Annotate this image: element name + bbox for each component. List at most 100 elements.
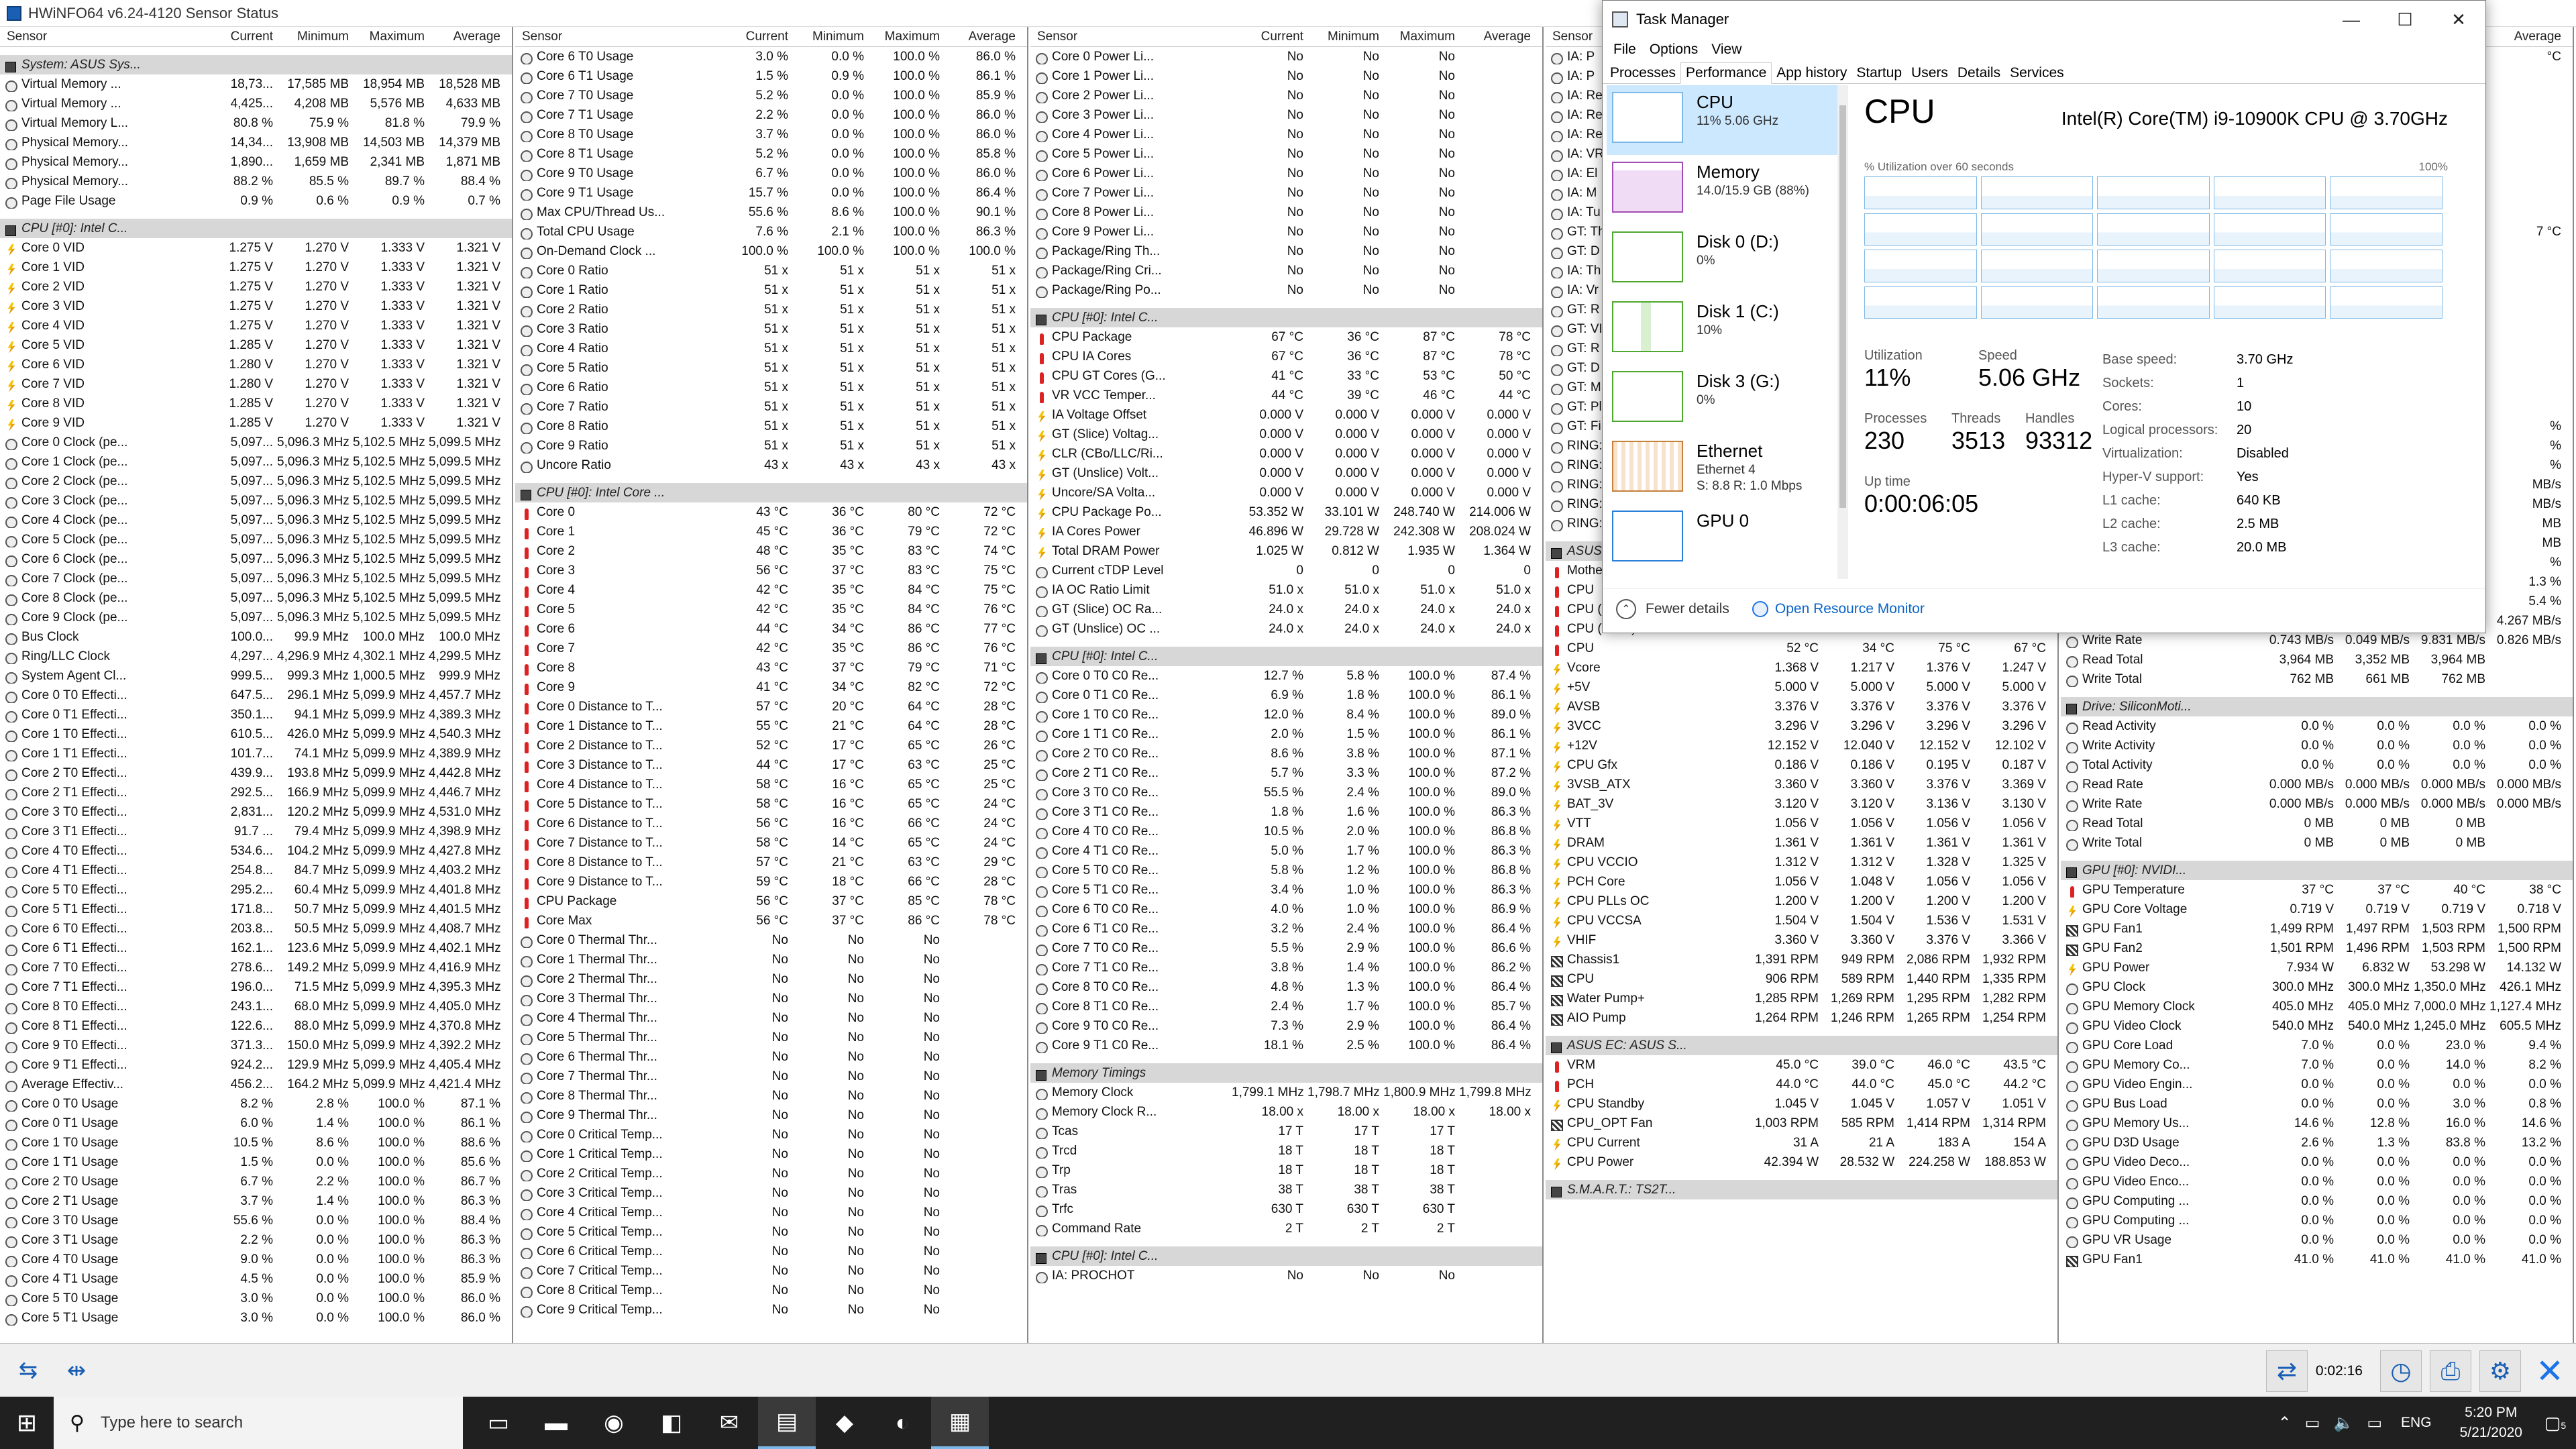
- sensor-row[interactable]: Core 4 T0 Effecti... 534.6... 104.2 MHz 5,0…: [0, 841, 512, 861]
- sensor-row[interactable]: Core 4 42 °C 35 °C 84 °C 75 °C: [515, 580, 1027, 600]
- sensor-row[interactable]: VRM 45.0 °C 39.0 °C 46.0 °C 43.5 °C: [1546, 1055, 2057, 1075]
- sensor-row[interactable]: CLR (CBo/LLC/Ri... 0.000 V 0.000 V 0.000 V0…: [1030, 444, 1542, 464]
- sensor-row[interactable]: Core 9 T1 Usage 15.7 % 0.0 % 100.0 % 86.4 %: [515, 183, 1027, 203]
- sensor-row[interactable]: Core 1 T0 Effecti... 610.5... 426.0 MHz 5,0…: [0, 724, 512, 744]
- sensor-row[interactable]: Core 9 Ratio 51 x 51 x 51 x 51 x: [515, 436, 1027, 455]
- sensor-column-2[interactable]: Sensor Current Minimum Maximum Average Core 0…: [1030, 27, 1544, 1343]
- sensor-row[interactable]: Core 0 T1 C0 Re... 6.9 % 1.8 % 100.0 % 86.1 …: [1030, 686, 1542, 705]
- display-icon[interactable]: ▭: [2367, 1413, 2382, 1433]
- sensor-row[interactable]: Core 9 T0 C0 Re... 7.3 % 2.9 % 100.0 % 86.4 …: [1030, 1016, 1542, 1036]
- task-manager-taskbar-icon[interactable]: ▤: [758, 1397, 816, 1449]
- sensor-row[interactable]: Core 0 Clock (pe... 5,097... 5,096.3 MHz 5,…: [0, 433, 512, 452]
- sensor-row[interactable]: Core 1 Clock (pe... 5,097... 5,096.3 MHz 5,…: [0, 452, 512, 472]
- sensor-row[interactable]: Core 4 VID 1.275 V 1.270 V 1.333 V 1.321 V: [0, 316, 512, 335]
- sensor-row[interactable]: Water Pump+ 1,285 RPM 1,269 RPM 1,295 RPM 1,…: [1546, 989, 2057, 1008]
- sensor-row[interactable]: Core 9 41 °C 34 °C 82 °C 72 °C: [515, 678, 1027, 697]
- sensor-row[interactable]: GPU VR Usage 0.0 % 0.0 % 0.0 % 0.0 %: [2061, 1230, 2573, 1250]
- sensor-row[interactable]: Core 5 Power Li... No No No: [1030, 144, 1542, 164]
- tab-app-history[interactable]: App history: [1772, 63, 1851, 83]
- sensor-row[interactable]: Core 3 Clock (pe... 5,097... 5,096.3 MHz 5,…: [0, 491, 512, 511]
- sensor-row[interactable]: Package/Ring Cri... No No No: [1030, 261, 1542, 280]
- arrow-collapse-icon[interactable]: ⇹: [56, 1357, 97, 1384]
- sensor-row[interactable]: Core 3 VID 1.275 V 1.270 V 1.333 V 1.321 V: [0, 297, 512, 316]
- sensor-row[interactable]: GPU Video Deco... 0.0 % 0.0 % 0.0 % 0.0 %: [2061, 1152, 2573, 1172]
- sensor-row[interactable]: Core 8 T0 Usage 3.7 % 0.0 % 100.0 % 86.0 %: [515, 125, 1027, 144]
- sensor-row[interactable]: Core 3 Critical Temp... No No No: [515, 1183, 1027, 1203]
- sensor-row[interactable]: Core 4 Ratio 51 x 51 x 51 x 51 x: [515, 339, 1027, 358]
- sensor-row[interactable]: Core Max 56 °C 37 °C 86 °C 78 °C: [515, 911, 1027, 930]
- sensor-row[interactable]: Total Activity 0.0 % 0.0 % 0.0 % 0.0 %: [2061, 755, 2573, 775]
- sensor-row[interactable]: Core 4 T0 C0 Re... 10.5 % 2.0 % 100.0 % 86.8…: [1030, 822, 1542, 841]
- sensor-row[interactable]: Core 7 Clock (pe... 5,097... 5,096.3 MHz 5,…: [0, 569, 512, 588]
- close-icon[interactable]: ✕: [2529, 1350, 2571, 1392]
- sensor-row[interactable]: Core 4 Critical Temp... No No No: [515, 1203, 1027, 1222]
- sensor-row[interactable]: Core 4 Power Li... No No No: [1030, 125, 1542, 144]
- sensor-row[interactable]: Core 7 T0 C0 Re... 5.5 % 2.9 % 100.0 % 86.6 …: [1030, 938, 1542, 958]
- sensor-row[interactable]: +5V 5.000 V 5.000 V 5.000 V 5.000 V: [1546, 678, 2057, 697]
- sensor-row[interactable]: Core 9 Thermal Thr... No No No: [515, 1106, 1027, 1125]
- sensor-row[interactable]: Core 3 Power Li... No No No: [1030, 105, 1542, 125]
- sensor-row[interactable]: Core 0 T1 Usage 6.0 % 1.4 % 100.0 % 86.1 %: [0, 1114, 512, 1133]
- header-sensor[interactable]: Sensor: [1030, 30, 1232, 44]
- sensor-row[interactable]: Core 2 T1 Effecti... 292.5... 166.9 MHz 5,0…: [0, 783, 512, 802]
- sensor-row[interactable]: Uncore Ratio 43 x 43 x 43 x 43 x: [515, 455, 1027, 475]
- sensor-row[interactable]: Total CPU Usage 7.6 % 2.1 % 100.0 % 86.3 %: [515, 222, 1027, 241]
- sensor-row[interactable]: Core 9 Power Li... No No No: [1030, 222, 1542, 241]
- sensor-group-header[interactable]: CPU [#0]: Intel Core ...: [515, 483, 1027, 502]
- sensor-row[interactable]: Core 7 T0 Usage 5.2 % 0.0 % 100.0 % 85.9 %: [515, 86, 1027, 105]
- sensor-group-header[interactable]: CPU [#0]: Intel C...: [1030, 1246, 1542, 1266]
- sensor-row[interactable]: Core 7 Distance to T... 58 °C 14 °C 65 °C 24…: [515, 833, 1027, 853]
- header-minimum[interactable]: Minimum: [1307, 30, 1383, 44]
- sensor-row[interactable]: Core 0 VID 1.275 V 1.270 V 1.333 V 1.321 V: [0, 238, 512, 258]
- sensor-row[interactable]: GPU Video Clock 540.0 MHz 540.0 MHz 1,245.0…: [2061, 1016, 2573, 1036]
- app-orange-icon[interactable]: ◆: [816, 1397, 873, 1449]
- menu-options[interactable]: Options: [1650, 42, 1698, 58]
- sensor-row[interactable]: GPU Power 7.934 W 6.832 W 53.298 W 14.132 W: [2061, 958, 2573, 977]
- sensor-row[interactable]: Core 5 Clock (pe... 5,097... 5,096.3 MHz 5,…: [0, 530, 512, 549]
- sensor-row[interactable]: Core 2 Critical Temp... No No No: [515, 1164, 1027, 1183]
- sensor-row[interactable]: On-Demand Clock ... 100.0 % 100.0 % 100.0 %…: [515, 241, 1027, 261]
- file-explorer-icon[interactable]: ▬: [527, 1397, 585, 1449]
- sensor-row[interactable]: Core 6 Ratio 51 x 51 x 51 x 51 x: [515, 378, 1027, 397]
- chevron-up-icon[interactable]: ⌃: [1616, 598, 1636, 619]
- header-average[interactable]: Average: [2489, 30, 2565, 44]
- sensor-row[interactable]: Core 5 T1 Effecti... 171.8... 50.7 MHz 5,09…: [0, 900, 512, 919]
- sensor-row[interactable]: GPU Memory Clock 405.0 MHz 405.0 MHz 7,000.…: [2061, 997, 2573, 1016]
- sensor-row[interactable]: Core 4 Thermal Thr... No No No: [515, 1008, 1027, 1028]
- sensor-row[interactable]: Core 3 Distance to T... 44 °C 17 °C 63 °C 25…: [515, 755, 1027, 775]
- sensor-row[interactable]: Core 8 T1 Usage 5.2 % 0.0 % 100.0 % 85.8 %: [515, 144, 1027, 164]
- sensor-row[interactable]: Core 8 T1 C0 Re... 2.4 % 1.7 % 100.0 % 85.7 …: [1030, 997, 1542, 1016]
- open-resource-monitor-link[interactable]: Open Resource Monitor: [1775, 601, 1925, 617]
- sensor-row[interactable]: Core 0 T0 Usage 8.2 % 2.8 % 100.0 % 87.1 %: [0, 1094, 512, 1114]
- clock-icon[interactable]: ◷: [2380, 1350, 2422, 1392]
- sensor-row[interactable]: 3VCC 3.296 V 3.296 V 3.296 V 3.296 V: [1546, 716, 2057, 736]
- sensor-row[interactable]: Core 8 Power Li... No No No: [1030, 203, 1542, 222]
- sensor-row[interactable]: GPU Fan1 1,499 RPM 1,497 RPM 1,503 RPM 1,500…: [2061, 919, 2573, 938]
- sensor-group-header[interactable]: System: ASUS Sys...: [0, 55, 512, 74]
- sensor-row[interactable]: Core 6 T1 C0 Re... 3.2 % 2.4 % 100.0 % 86.4 …: [1030, 919, 1542, 938]
- sensor-row[interactable]: GPU Video Enco... 0.0 % 0.0 % 0.0 % 0.0 %: [2061, 1172, 2573, 1191]
- hwinfo-taskbar-icon[interactable]: ▦: [931, 1397, 989, 1449]
- sensor-row[interactable]: Vcore 1.368 V 1.217 V 1.376 V 1.247 V: [1546, 658, 2057, 678]
- sensor-row[interactable]: Core 8 43 °C 37 °C 79 °C 71 °C: [515, 658, 1027, 678]
- sensor-row[interactable]: Core 6 Clock (pe... 5,097... 5,096.3 MHz 5,…: [0, 549, 512, 569]
- sensor-row[interactable]: Core 4 T1 Effecti... 254.8... 84.7 MHz 5,09…: [0, 861, 512, 880]
- sensor-row[interactable]: Core 0 43 °C 36 °C 80 °C 72 °C: [515, 502, 1027, 522]
- sensor-row[interactable]: Core 1 T0 Usage 10.5 % 8.6 % 100.0 % 88.6 %: [0, 1133, 512, 1152]
- sensor-row[interactable]: Core 9 Clock (pe... 5,097... 5,096.3 MHz 5,…: [0, 608, 512, 627]
- sensor-row[interactable]: Core 8 Ratio 51 x 51 x 51 x 51 x: [515, 417, 1027, 436]
- sensor-row[interactable]: Core 8 Critical Temp... No No No: [515, 1281, 1027, 1300]
- sensor-row[interactable]: CPU Standby 1.045 V 1.045 V 1.057 V 1.051 V: [1546, 1094, 2057, 1114]
- add-report-icon[interactable]: ⎙: [2430, 1350, 2471, 1392]
- sensor-row[interactable]: CPU PLLs OC 1.200 V 1.200 V 1.200 V 1.200 V: [1546, 892, 2057, 911]
- sensor-row[interactable]: Write Total 762 MB 661 MB 762 MB: [2061, 669, 2573, 689]
- sensor-row[interactable]: Core 6 44 °C 34 °C 86 °C 77 °C: [515, 619, 1027, 639]
- sensor-row[interactable]: Core 1 T1 Usage 1.5 % 0.0 % 100.0 % 85.6 %: [0, 1152, 512, 1172]
- sensor-row[interactable]: Current cTDP Level 0 0 0 0: [1030, 561, 1542, 580]
- sensor-row[interactable]: Core 6 Thermal Thr... No No No: [515, 1047, 1027, 1067]
- sensor-group-header[interactable]: Memory Timings: [1030, 1063, 1542, 1083]
- sensor-row[interactable]: Read Rate 0.000 MB/s 0.000 MB/s 0.000 MB/s 0…: [2061, 775, 2573, 794]
- sensor-row[interactable]: Core 0 Thermal Thr... No No No: [515, 930, 1027, 950]
- sensor-row[interactable]: Core 3 T1 Usage 2.2 % 0.0 % 100.0 % 86.3 %: [0, 1230, 512, 1250]
- sensor-row[interactable]: Core 1 Thermal Thr... No No No: [515, 950, 1027, 969]
